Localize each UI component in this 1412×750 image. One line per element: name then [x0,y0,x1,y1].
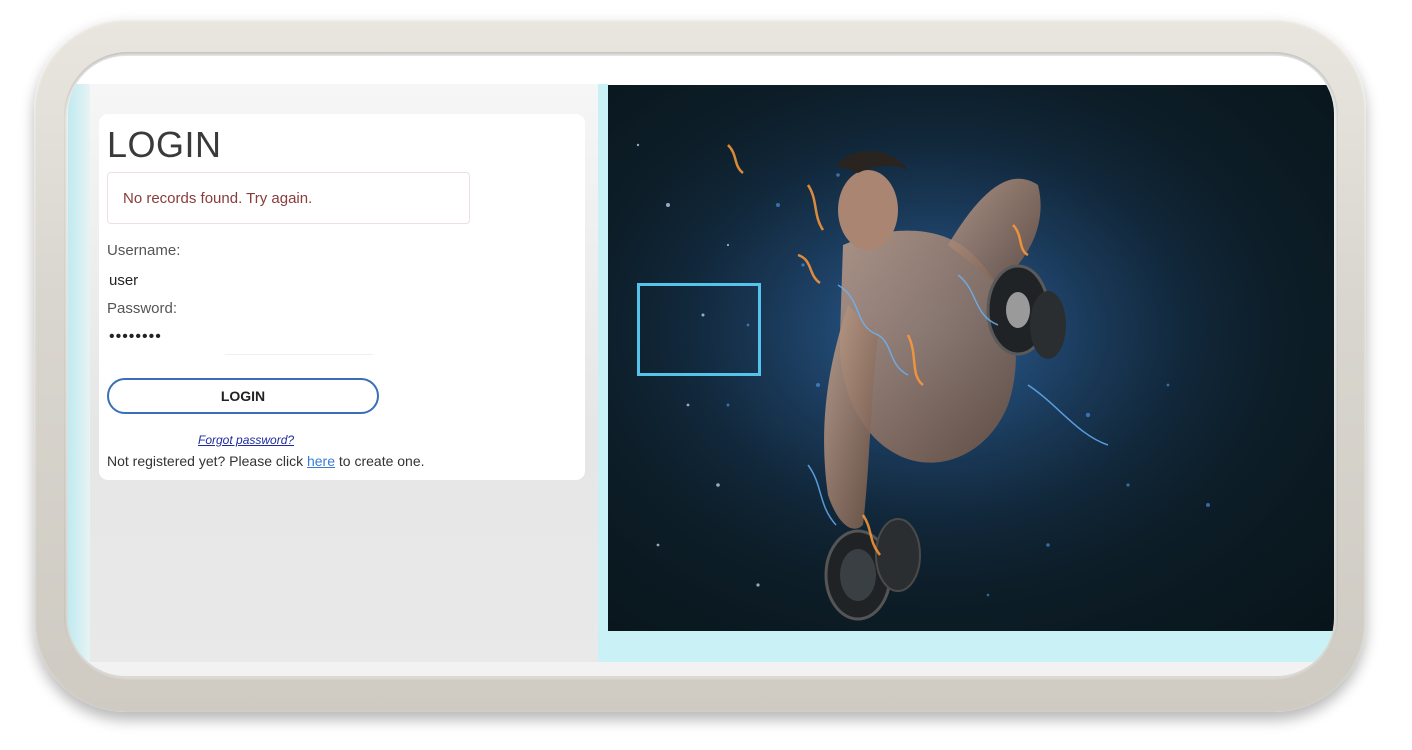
login-button[interactable]: LOGIN [107,378,379,414]
password-label: Password: [107,300,178,317]
left-edge [68,84,90,662]
image-edge [598,84,608,662]
bottom-edge [68,662,1334,676]
page-title: LOGIN [107,124,222,165]
register-link[interactable]: here [307,453,335,469]
register-prefix: Not registered yet? Please click [107,453,304,469]
login-card: LOGIN No records found. Try again. Usern… [99,114,585,480]
screen: LOGIN No records found. Try again. Usern… [68,56,1334,676]
username-input[interactable]: user [109,272,138,289]
username-label: Username: [107,242,181,259]
selection-highlight-box [637,283,761,376]
password-input[interactable]: •••••••• [109,328,162,346]
hero-image [608,85,1334,631]
top-strip [68,56,1334,86]
forgot-password-link[interactable]: Forgot password? [198,433,294,447]
bottom-strip [598,631,1334,665]
register-text: Not registered yet? Please click here to… [107,453,425,469]
input-underline [225,354,373,355]
error-alert: No records found. Try again. [107,172,470,224]
register-suffix: to create one. [338,453,425,469]
